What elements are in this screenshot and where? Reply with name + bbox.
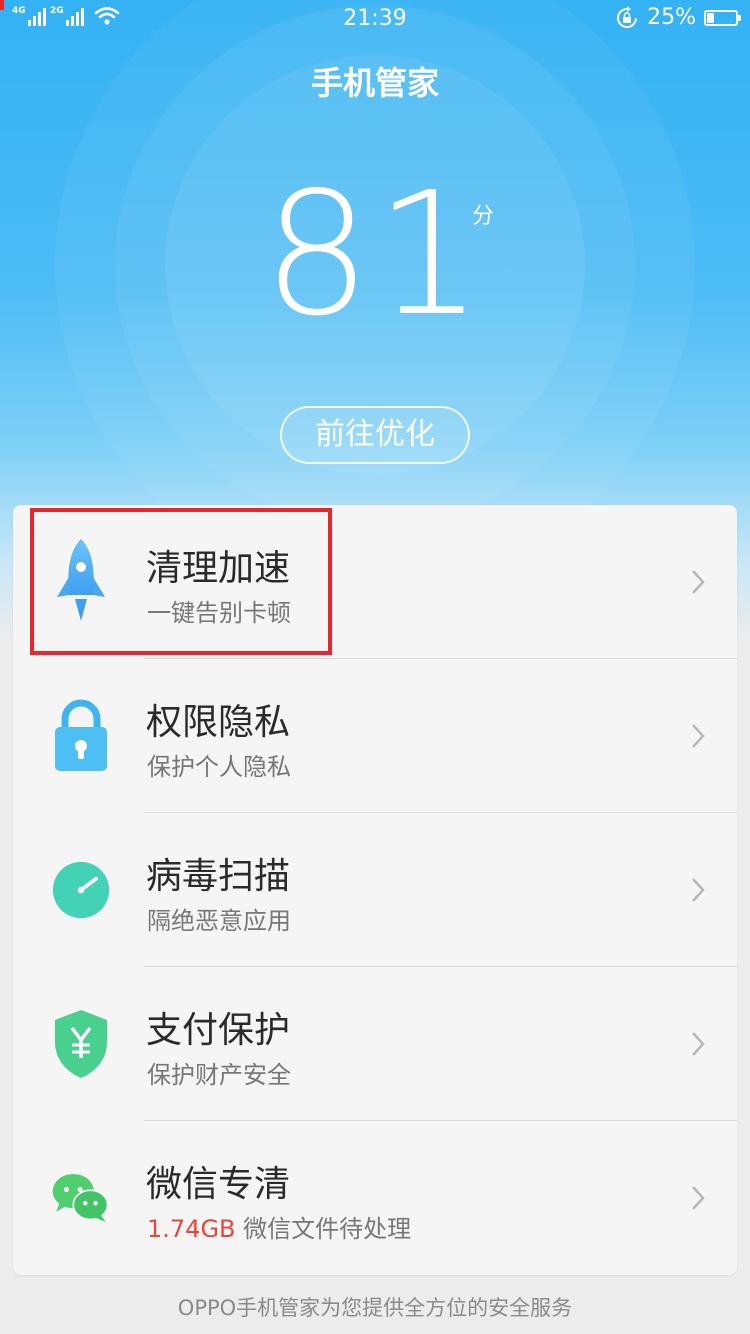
list-item-virus-scan[interactable]: 病毒扫描 隔绝恶意应用 — [13, 813, 737, 967]
list-item-privacy[interactable]: 权限隐私 保护个人隐私 — [13, 659, 737, 813]
list-item-payment-protection[interactable]: 支付保护 保护财产安全 — [13, 967, 737, 1121]
battery-percent: 25% — [647, 5, 696, 30]
list-item-wechat-clean[interactable]: 微信专清 1.74GB 微信文件待处理 — [13, 1121, 737, 1275]
item-subtitle: 1.74GB 微信文件待处理 — [147, 1209, 411, 1244]
item-title: 支付保护 — [146, 1010, 291, 1051]
chevron-right-icon — [692, 1032, 705, 1056]
status-bar: 4G 2G 21:39 25% — [0, 0, 750, 40]
yuan-shield-icon — [51, 1004, 111, 1084]
footer-text: OPPO手机管家为您提供全方位的安全服务 — [177, 1296, 573, 1320]
item-subtitle: 保护个人隐私 — [147, 753, 291, 781]
page-title: 手机管家 — [310, 64, 439, 102]
item-title: 权限隐私 — [146, 702, 291, 743]
chevron-right-icon — [692, 878, 705, 902]
highlight-box — [30, 508, 332, 655]
speedometer-icon — [51, 850, 111, 930]
score-unit: 分 — [472, 204, 495, 229]
file-size-highlight: 1.74GB — [147, 1215, 236, 1243]
optimize-button[interactable]: 前往优化 — [280, 406, 470, 464]
item-subtitle: 隔绝恶意应用 — [147, 907, 291, 935]
chevron-right-icon — [692, 1186, 705, 1210]
item-title: 微信专清 — [146, 1164, 291, 1205]
chevron-right-icon — [692, 570, 705, 594]
rotation-lock-icon — [617, 5, 638, 28]
item-subtitle-text: 微信文件待处理 — [235, 1215, 412, 1243]
battery-icon — [704, 9, 741, 26]
item-title: 病毒扫描 — [146, 856, 291, 897]
security-score: 81 — [262, 156, 488, 354]
lock-icon — [51, 696, 111, 776]
wechat-icon — [51, 1158, 111, 1238]
chevron-right-icon — [692, 724, 705, 748]
item-subtitle: 保护财产安全 — [147, 1061, 291, 1089]
